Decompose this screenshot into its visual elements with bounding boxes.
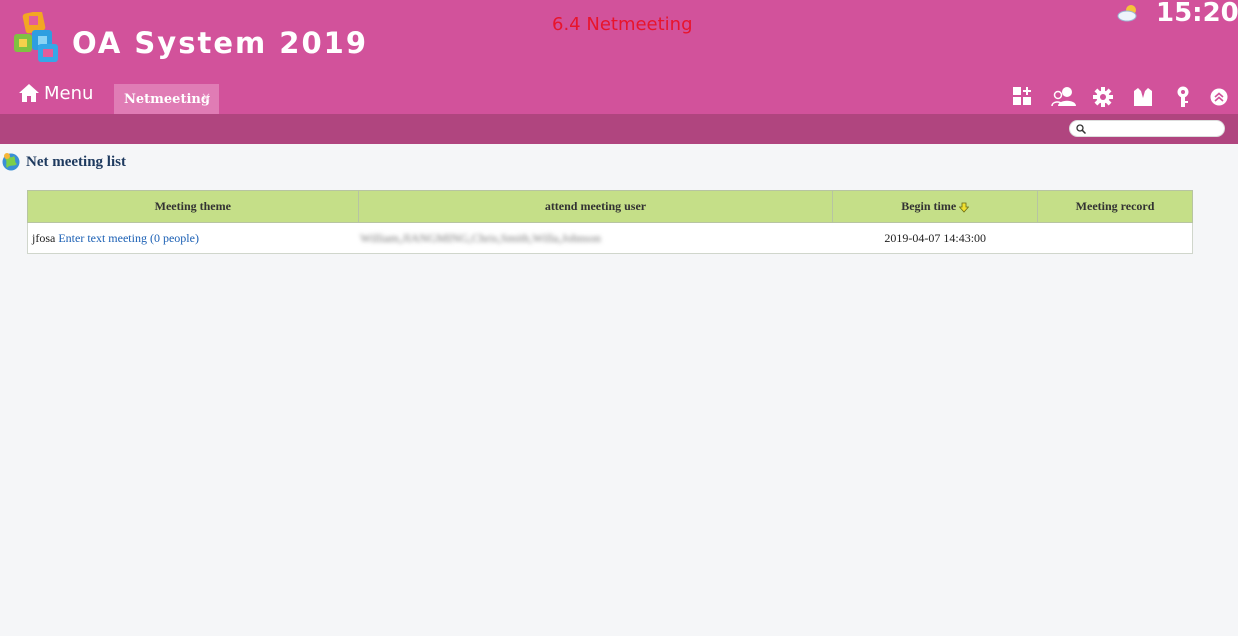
column-header-users[interactable]: attend meeting user [357, 190, 834, 223]
column-header-theme[interactable]: Meeting theme [27, 190, 359, 223]
column-header-record[interactable]: Meeting record [1037, 190, 1193, 223]
begin-time-cell: 2019-04-07 14:43:00 [832, 222, 1038, 254]
table-row: jfosa Enter text meeting (0 people) Will… [27, 222, 1193, 254]
home-icon [19, 84, 39, 102]
app-logo-icon [14, 12, 58, 62]
search-input[interactable] [1092, 122, 1220, 135]
search-box[interactable] [1069, 120, 1225, 137]
enter-meeting-link[interactable]: Enter text meeting (0 people) [58, 231, 199, 245]
gear-icon[interactable] [1092, 86, 1114, 108]
column-header-begin-time[interactable]: Begin time [832, 190, 1039, 223]
tab-close-icon[interactable]: × [201, 90, 211, 104]
attend-users: William,JIANGMING,Chris,Smith,Willa,John… [360, 230, 601, 245]
sort-down-icon[interactable] [958, 202, 970, 213]
clock: 15:20 [1156, 0, 1238, 28]
table-header-row: Meeting theme attend meeting user Begin … [27, 190, 1193, 223]
menu-label: Menu [44, 82, 94, 104]
users-icon[interactable] [1051, 86, 1077, 108]
column-header-begin-time-label: Begin time [901, 199, 957, 213]
meeting-list-icon [2, 153, 20, 171]
collapse-up-icon[interactable] [1210, 88, 1228, 106]
meeting-record-cell [1037, 222, 1193, 254]
section-annotation: 6.4 Netmeeting [552, 14, 693, 35]
meeting-theme-cell: jfosa Enter text meeting (0 people) [27, 222, 359, 254]
shirt-icon[interactable] [1132, 86, 1154, 108]
add-widget-icon[interactable] [1012, 86, 1034, 108]
page-title: Net meeting list [26, 154, 126, 170]
sub-bar [0, 114, 1238, 144]
tab-label: Netmeeting [124, 92, 210, 107]
meeting-table: Meeting theme attend meeting user Begin … [27, 190, 1193, 254]
key-icon[interactable] [1173, 86, 1193, 108]
tab-netmeeting[interactable]: Netmeeting × [114, 84, 219, 114]
menu-button[interactable]: Menu [18, 82, 93, 104]
attend-users-cell: William,JIANGMING,Chris,Smith,Willa,John… [358, 222, 833, 254]
meeting-theme: jfosa [32, 230, 56, 245]
weather-icon[interactable] [1116, 4, 1140, 22]
search-icon [1076, 124, 1086, 134]
app-title: OA System 2019 [72, 26, 369, 60]
